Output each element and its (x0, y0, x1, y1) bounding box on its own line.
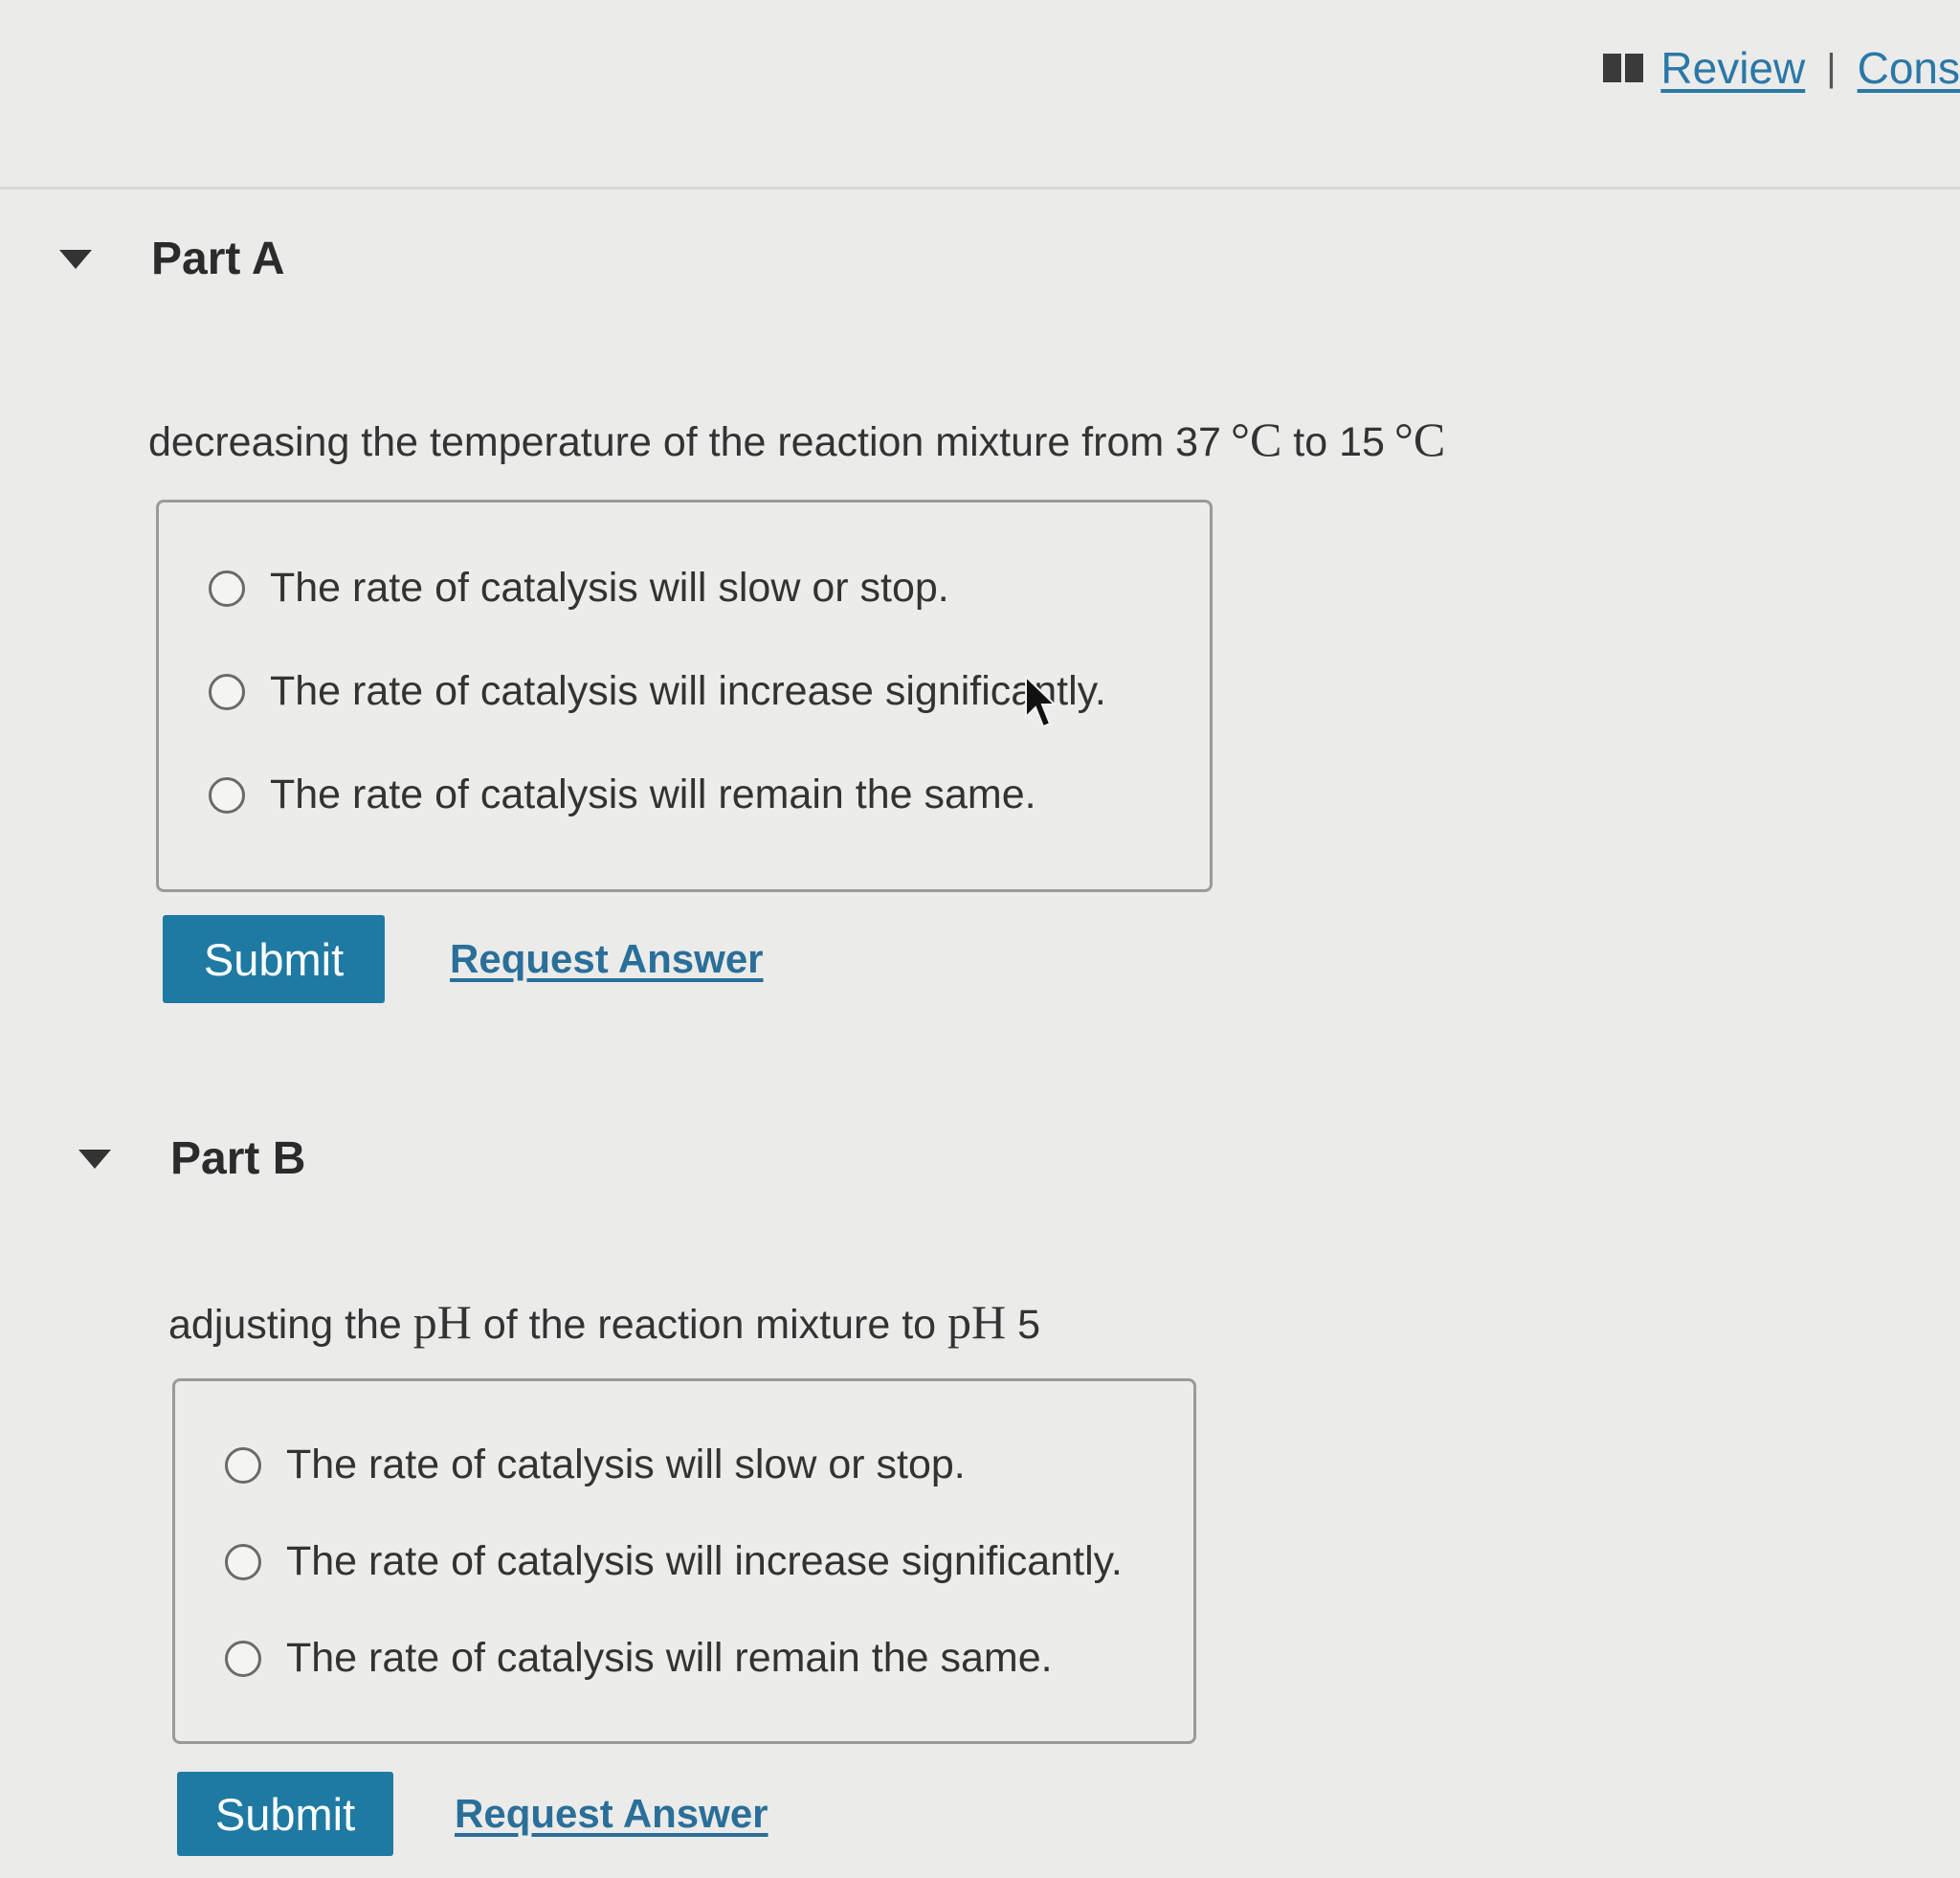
part-a-title: Part A (151, 234, 285, 284)
part-a-question: decreasing the temperature of the reacti… (148, 412, 1445, 467)
review-link[interactable]: Review (1660, 42, 1805, 94)
top-bar: Review | Cons (0, 0, 1960, 190)
part-b-submit-button[interactable]: Submit (177, 1772, 393, 1856)
part-b-option-2[interactable]: The rate of catalysis will increase sign… (225, 1538, 1123, 1585)
top-links: Review | Cons (1603, 42, 1960, 94)
degree-celsius: °C (1230, 413, 1282, 466)
option-label: The rate of catalysis will slow or stop. (286, 1442, 966, 1487)
question-text: 5 (1006, 1302, 1041, 1348)
collapse-caret-icon[interactable] (59, 249, 92, 269)
option-label: The rate of catalysis will remain the sa… (270, 771, 1036, 817)
part-a-option-1[interactable]: The rate of catalysis will slow or stop. (209, 565, 949, 612)
option-label: The rate of catalysis will remain the sa… (286, 1635, 1053, 1681)
part-b-header[interactable]: Part B (78, 1132, 305, 1185)
radio-button[interactable] (209, 776, 245, 814)
part-a-submit-button[interactable]: Submit (163, 915, 385, 1003)
ph-symbol: pH (412, 1295, 472, 1349)
mouse-cursor-icon (1025, 675, 1057, 728)
radio-button[interactable] (209, 570, 245, 607)
question-text: to 15 (1281, 419, 1385, 465)
part-b-question: adjusting the pH of the reaction mixture… (168, 1294, 1040, 1350)
collapse-caret-icon[interactable] (78, 1149, 111, 1169)
part-b-request-answer-link[interactable]: Request Answer (455, 1791, 768, 1837)
part-a-option-3[interactable]: The rate of catalysis will remain the sa… (209, 771, 1036, 818)
ph-symbol: pH (947, 1295, 1007, 1349)
question-text: of the reaction mixture to (471, 1302, 948, 1348)
degree-celsius: °C (1393, 413, 1446, 466)
book-icon (1603, 54, 1644, 82)
part-b-option-3[interactable]: The rate of catalysis will remain the sa… (225, 1635, 1053, 1682)
radio-button[interactable] (225, 1446, 261, 1484)
part-a-header[interactable]: Part A (59, 233, 285, 285)
option-label: The rate of catalysis will increase sign… (270, 668, 1106, 714)
part-a-request-answer-link[interactable]: Request Answer (450, 936, 764, 982)
part-a-option-2[interactable]: The rate of catalysis will increase sign… (209, 668, 1106, 715)
question-text: decreasing the temperature of the reacti… (148, 419, 1221, 465)
option-label: The rate of catalysis will slow or stop. (270, 565, 949, 611)
link-separator: | (1826, 46, 1837, 89)
part-b-options: The rate of catalysis will slow or stop.… (172, 1378, 1196, 1744)
radio-button[interactable] (225, 1543, 261, 1580)
option-label: The rate of catalysis will increase sign… (286, 1538, 1123, 1584)
radio-button[interactable] (209, 673, 245, 710)
question-text: adjusting the (168, 1302, 413, 1348)
part-b-option-1[interactable]: The rate of catalysis will slow or stop. (225, 1442, 966, 1488)
radio-button[interactable] (225, 1640, 261, 1677)
constants-link[interactable]: Cons (1858, 42, 1960, 94)
part-b-title: Part B (170, 1133, 306, 1184)
